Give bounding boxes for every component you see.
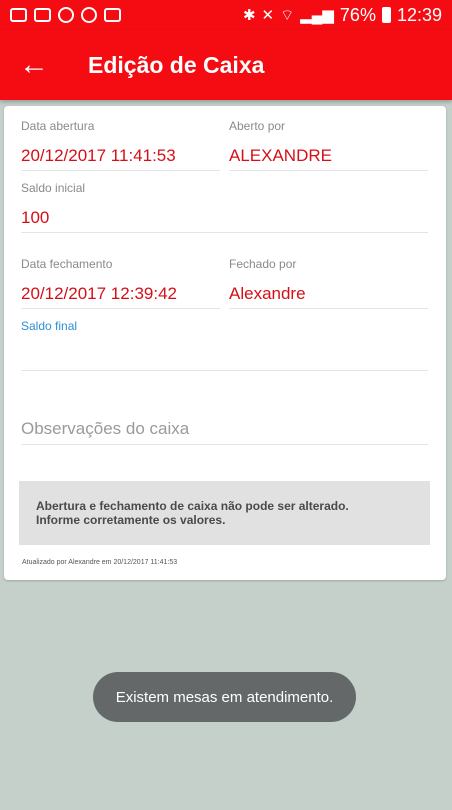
mute-icon: ✕ xyxy=(261,7,275,24)
data-fechamento-label: Data fechamento xyxy=(21,257,113,271)
page-title: Edição de Caixa xyxy=(88,51,265,78)
divider xyxy=(21,232,428,233)
whatsapp-icon xyxy=(58,7,74,23)
updated-info: Atualizado por Alexandre em 20/12/2017 1… xyxy=(22,559,178,566)
notification-icon xyxy=(10,8,27,22)
app-bar: ← Edição de Caixa xyxy=(0,30,452,100)
signal-icon: ▂▄▆ xyxy=(300,7,334,24)
warning-line-2: Informe corretamente os valores. xyxy=(36,513,226,527)
divider xyxy=(21,444,428,445)
divider xyxy=(21,308,220,309)
image-icon xyxy=(34,8,51,22)
fechado-por-label: Fechado por xyxy=(229,257,297,271)
clock: 12:39 xyxy=(396,4,442,25)
observacoes-field[interactable]: Observações do caixa xyxy=(21,419,189,439)
cash-register-card: Data abertura 20/12/2017 11:41:53 Aberto… xyxy=(4,106,446,580)
fechado-por-field[interactable]: Alexandre xyxy=(229,284,306,304)
battery-icon xyxy=(381,7,391,23)
arrow-left-icon: ← xyxy=(19,48,49,81)
saldo-final-field[interactable] xyxy=(21,346,428,368)
app-notification-icon xyxy=(104,8,121,22)
notification-icons xyxy=(10,7,121,23)
battery-percent: 76% xyxy=(339,4,376,25)
data-abertura-field[interactable]: 20/12/2017 11:41:53 xyxy=(21,146,176,166)
wifi-icon: ⌔ xyxy=(280,6,295,24)
warning-message: Abertura e fechamento de caixa não pode … xyxy=(19,481,430,545)
toast-message: Existem mesas em atendimento. xyxy=(93,672,356,722)
divider xyxy=(21,370,428,371)
system-icons: ✱ ✕ ⌔ ▂▄▆ 76% 12:39 xyxy=(243,5,442,26)
saldo-inicial-field[interactable]: 100 xyxy=(21,208,49,228)
data-fechamento-field[interactable]: 20/12/2017 12:39:42 xyxy=(21,284,177,304)
aberto-por-field[interactable]: ALEXANDRE xyxy=(229,146,332,166)
divider xyxy=(21,170,220,171)
status-bar: ✱ ✕ ⌔ ▂▄▆ 76% 12:39 xyxy=(0,0,452,30)
warning-line-1: Abertura e fechamento de caixa não pode … xyxy=(36,499,349,513)
divider xyxy=(229,308,428,309)
divider xyxy=(229,170,428,171)
saldo-inicial-label: Saldo inicial xyxy=(21,181,86,195)
back-button[interactable]: ← xyxy=(6,37,62,93)
data-abertura-label: Data abertura xyxy=(21,119,95,133)
aberto-por-label: Aberto por xyxy=(229,119,286,133)
saldo-final-label: Saldo final xyxy=(21,319,78,333)
bluetooth-icon: ✱ xyxy=(242,7,256,24)
app-icon xyxy=(81,7,97,23)
